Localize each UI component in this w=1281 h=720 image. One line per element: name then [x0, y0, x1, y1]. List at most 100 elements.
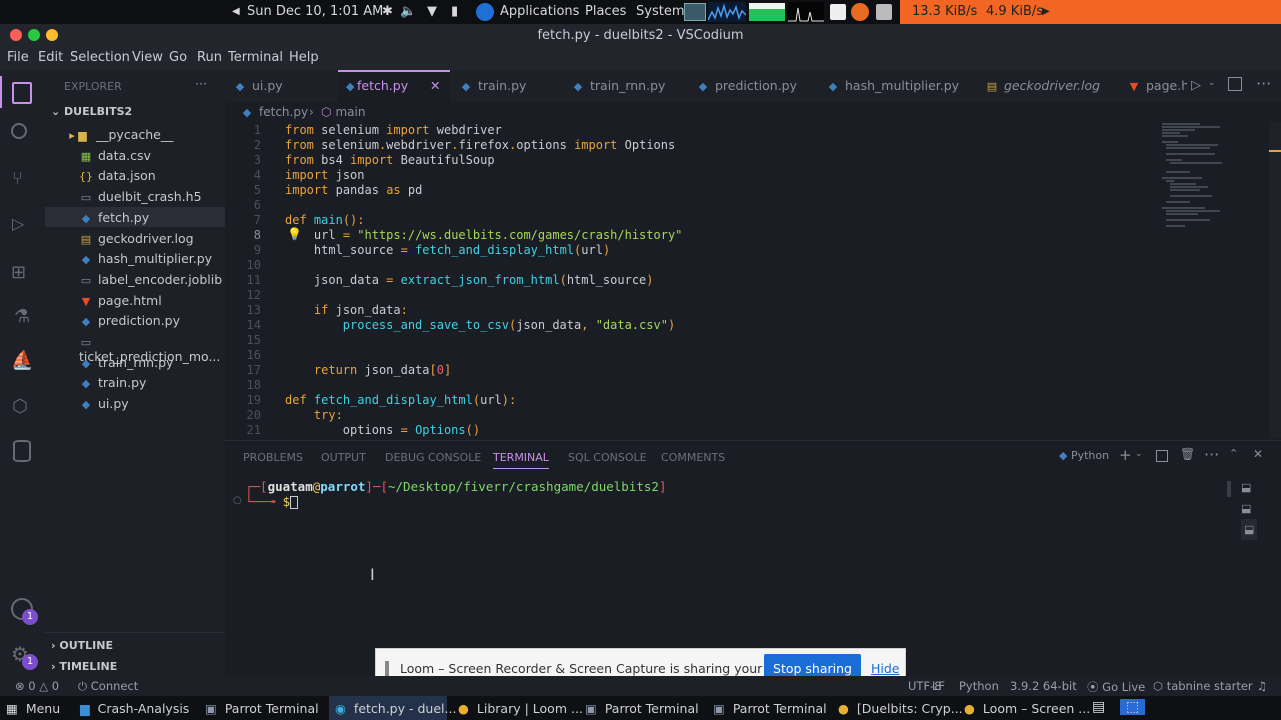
tab-prediction-py[interactable]: ◆ prediction.py	[696, 70, 816, 102]
notifications-bell-icon[interactable]: ♫	[1257, 679, 1267, 693]
parrot-logo-icon[interactable]	[476, 3, 494, 21]
menu-edit[interactable]: Edit	[38, 50, 63, 65]
file-item[interactable]: ◆ ui.py	[45, 393, 225, 413]
new-terminal-icon[interactable]: +	[1119, 446, 1132, 464]
trash-icon[interactable]: 🗑	[1180, 447, 1195, 461]
terminal-input-line[interactable]: └──╼ $	[245, 494, 299, 509]
file-item[interactable]: {} data.json	[45, 165, 225, 185]
menu-terminal[interactable]: Terminal	[228, 50, 283, 65]
code-editor[interactable]: 1 from selenium import webdriver 2 from sel…	[225, 122, 1281, 438]
close-tab-icon[interactable]: ✕	[430, 78, 440, 93]
menu-help[interactable]: Help	[289, 50, 319, 65]
more-actions-icon[interactable]: ···	[1256, 74, 1271, 93]
breadcrumb-file[interactable]: ◆ fetch.py	[240, 105, 308, 119]
more-actions-icon[interactable]: ···	[1204, 445, 1219, 464]
maximize-panel-icon[interactable]: ⌃	[1229, 447, 1238, 460]
menu-run[interactable]: Run	[197, 50, 222, 65]
shell-selector[interactable]: ◆ Python	[1059, 449, 1109, 462]
go-live-status[interactable]: ⦿ Go Live	[1087, 679, 1145, 695]
terminal-launcher-icon[interactable]	[684, 3, 706, 21]
problems-status[interactable]: ⊗ 0 △ 0	[15, 679, 59, 693]
tab-hash-multiplier-py[interactable]: ◆ hash_multiplier.py	[826, 70, 976, 102]
file-item[interactable]: ◆ hash_multiplier.py	[45, 248, 225, 268]
tab-terminal[interactable]: TERMINAL	[493, 451, 549, 469]
next-arrow-icon[interactable]: ▶	[1042, 6, 1050, 17]
taskbar-item[interactable]: ▣ Parrot Terminal	[585, 696, 699, 720]
file-item[interactable]: ◆ prediction.py	[45, 310, 225, 330]
menu-go[interactable]: Go	[169, 50, 187, 65]
run-dropdown-icon[interactable]: ⌄	[1208, 78, 1216, 88]
lightbulb-icon[interactable]: 💡	[287, 227, 302, 241]
file-item[interactable]: ◆ fetch.py	[45, 206, 225, 227]
tab-fetch-py[interactable]: ◆ fetch.py ✕	[338, 70, 450, 102]
explorer-icon[interactable]	[12, 82, 32, 104]
menu-view[interactable]: View	[132, 50, 163, 65]
volume-icon[interactable]: 🔈	[400, 4, 416, 19]
terminal-instance-icon[interactable]: ⬓	[1241, 519, 1258, 540]
remote-explorer-icon[interactable]: ⛵	[11, 350, 33, 372]
tab-train-py[interactable]: ◆ train.py	[459, 70, 564, 102]
network-tray-icon[interactable]: ⬚	[1120, 699, 1146, 715]
terminal-instance-icon[interactable]: ⬓	[1241, 498, 1257, 519]
folder-root[interactable]: ⌄ DUELBITS2	[51, 105, 132, 118]
places-menu[interactable]: Places	[585, 4, 626, 19]
database-icon[interactable]	[13, 440, 31, 462]
more-actions-icon[interactable]: ···	[195, 76, 207, 91]
prev-arrow-icon[interactable]: ◀	[232, 6, 240, 17]
eol-status[interactable]: LF	[932, 679, 945, 693]
tab-geckodriver-log[interactable]: ▤ geckodriver.log	[985, 70, 1120, 102]
taskbar-item[interactable]: ● [Duelbits: Cryp...	[838, 696, 963, 720]
timeline-section[interactable]: › TIMELINE	[51, 660, 117, 673]
split-editor-icon[interactable]	[1228, 77, 1242, 91]
interpreter-status[interactable]: 3.9.2 64-bit	[1010, 679, 1077, 693]
tab-output[interactable]: OUTPUT	[321, 451, 366, 464]
menu-file[interactable]: File	[7, 50, 29, 65]
testing-icon[interactable]: ⚗	[14, 306, 34, 328]
taskbar-item[interactable]: ▣ Parrot Terminal	[713, 696, 827, 720]
terminal-instance-icon[interactable]: ⬓	[1241, 477, 1257, 498]
file-item[interactable]: ▭ label_encoder.joblib	[45, 269, 225, 289]
file-item[interactable]: ▼ page.html	[45, 290, 225, 310]
editor-scrollbar[interactable]	[1269, 122, 1281, 438]
terminal-scrollbar[interactable]	[1227, 481, 1231, 497]
taskbar-item[interactable]: ▣ Parrot Terminal	[205, 696, 319, 720]
applications-menu[interactable]: Applications	[500, 4, 579, 19]
menu-selection[interactable]: Selection	[70, 50, 130, 65]
files-icon[interactable]	[876, 4, 892, 20]
extensions-icon[interactable]: ⊞	[11, 262, 33, 284]
tab-debug-console[interactable]: DEBUG CONSOLE	[385, 451, 481, 464]
taskbar-item[interactable]: ◉ fetch.py - duel...	[329, 696, 456, 720]
clock[interactable]: Sun Dec 10, 1:01 AM	[247, 4, 383, 19]
breadcrumb-symbol[interactable]: ⬡ main	[321, 105, 365, 119]
search-icon[interactable]	[11, 123, 27, 139]
bluetooth-icon[interactable]: ✱	[382, 4, 393, 19]
tabnine-status[interactable]: ⬡ tabnine starter	[1153, 679, 1253, 693]
taskbar-item[interactable]: ▦ Menu	[6, 696, 60, 720]
run-debug-icon[interactable]: ▷	[12, 214, 32, 238]
firefox-icon[interactable]	[851, 3, 869, 21]
docker-icon[interactable]: ⬡	[12, 396, 34, 418]
tab-sql-console[interactable]: SQL CONSOLE	[568, 451, 647, 464]
taskbar-item[interactable]: ▆ Crash-Analysis	[80, 696, 189, 720]
terminal-dropdown-icon[interactable]: ⌄	[1135, 449, 1143, 459]
hide-button[interactable]: Hide	[871, 661, 900, 676]
system-menu[interactable]: System	[636, 4, 684, 19]
file-item[interactable]: ▸ ▆ __pycache__	[45, 124, 225, 144]
tab-problems[interactable]: PROBLEMS	[243, 451, 303, 464]
taskbar-item[interactable]: ● Library | Loom ...	[458, 696, 583, 720]
image-viewer-icon[interactable]	[830, 4, 846, 20]
keyboard-icon[interactable]: ▤	[1092, 699, 1105, 715]
tab-page-html[interactable]: ▼page.ht	[1127, 70, 1187, 102]
wifi-icon[interactable]: ▼	[427, 4, 437, 19]
file-item[interactable]: ▭ticket_prediction_mo...	[45, 331, 225, 364]
language-status[interactable]: Python	[959, 679, 999, 693]
split-terminal-icon[interactable]	[1156, 450, 1168, 462]
tab-ui-py[interactable]: ◆ ui.py	[233, 70, 338, 102]
file-item[interactable]: ◆ train.py	[45, 372, 225, 392]
minimap[interactable]	[1160, 122, 1230, 232]
source-control-icon[interactable]: ⑂	[12, 168, 32, 192]
close-panel-icon[interactable]: ✕	[1253, 447, 1263, 461]
terminal-list[interactable]: ⬓ ⬓ ⬓	[1241, 477, 1258, 540]
file-item[interactable]: ▦ data.csv	[45, 145, 225, 165]
taskbar-item[interactable]: ● Loom – Screen ...	[964, 696, 1090, 720]
